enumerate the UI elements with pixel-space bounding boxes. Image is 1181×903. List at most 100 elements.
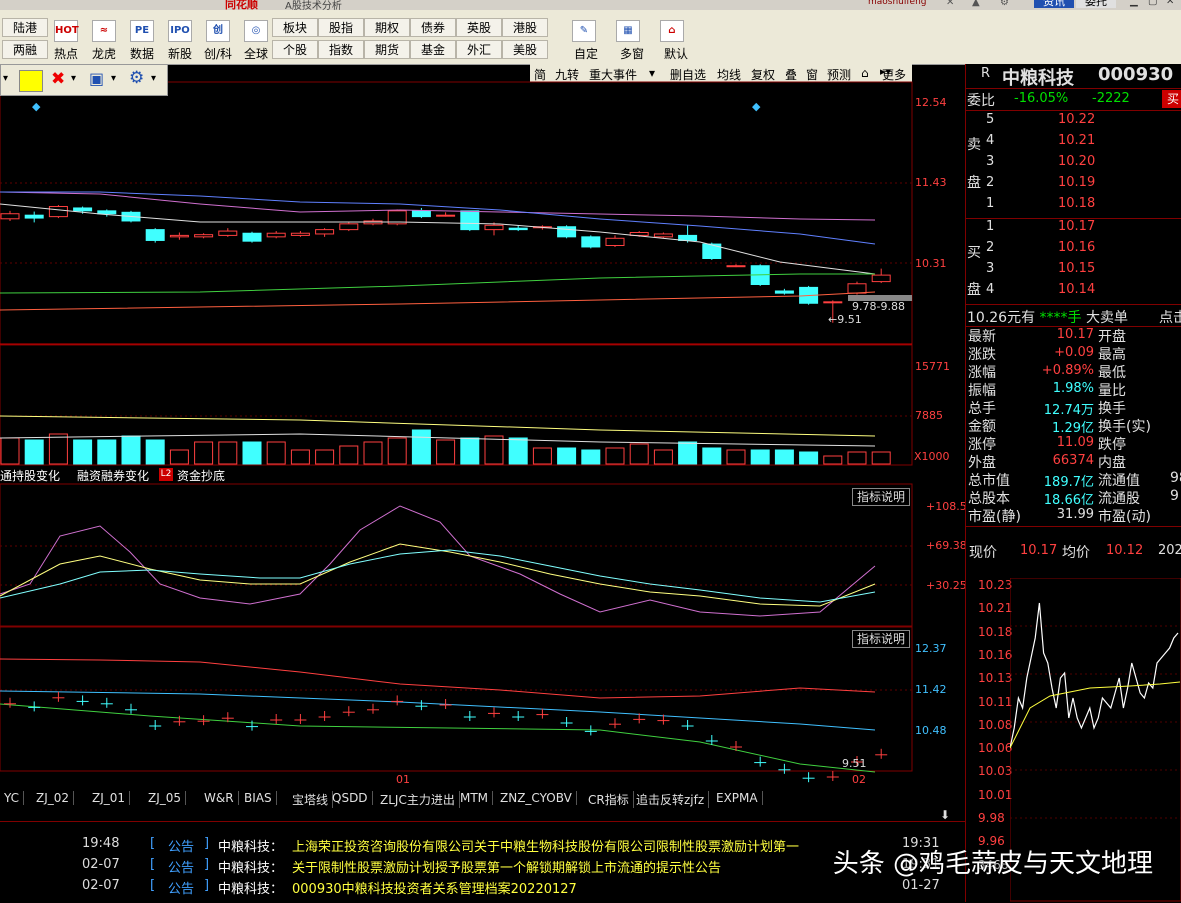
toolbar-lugang-button[interactable]: 陆港 <box>2 18 48 37</box>
market-button-5[interactable]: 港股 <box>502 18 548 37</box>
drawing-dropdown-icon[interactable]: ▾ <box>3 73 8 84</box>
indicator-tab-5[interactable]: BIAS <box>240 791 277 805</box>
minimize-icon[interactable]: ✕ <box>946 0 954 8</box>
indicator-tab-2[interactable]: ZJ_01 <box>88 791 131 805</box>
toolbar-icon-5[interactable]: ◎ <box>244 20 268 42</box>
window-max-icon[interactable]: ▢ <box>1148 0 1157 7</box>
toolbar-icon-label-5[interactable]: 全球 <box>236 45 276 62</box>
kline-chart-area[interactable]: 简九转 重大事件 ▾ 删自选 均线 复权叠窗预测 ⌂ 更多 ▸▾ ◆ ◆ 12.54 11.43… <box>0 64 967 822</box>
news-row[interactable]: 02-07 [公告] 中粮科技： 000930中粮科技投资者关系管理档案2022012… <box>0 878 965 899</box>
gear-icon[interactable]: ⚙ <box>129 68 144 88</box>
market-button-b2[interactable]: 期货 <box>364 40 410 59</box>
market-button-b5[interactable]: 美股 <box>502 40 548 59</box>
indicator-tab-bar: YC ZJ_02 ZJ_01 ZJ_05 W&R BIAS 宝塔线 QSDD ZLJC主力进出 M… <box>0 790 965 808</box>
tab-hk-holding[interactable]: 通持股变化 <box>0 467 60 484</box>
indicator-tab-0[interactable]: YC <box>0 791 25 805</box>
toolbar-custom-label[interactable]: 自定 <box>566 45 606 62</box>
news-row[interactable]: 02-07 [公告] 中粮科技： 关于限制性股票激励计划授予股票第一个解锁期解锁上市流… <box>0 857 965 878</box>
event-marker-2[interactable]: ◆ <box>752 100 761 113</box>
sell-level-price[interactable]: 10.21 <box>1058 133 1095 148</box>
toolbar-icon-0[interactable]: HOT <box>54 20 79 42</box>
indicator-help-button-2[interactable]: 指标说明 <box>852 630 910 648</box>
indicator-tab-1[interactable]: ZJ_02 <box>32 791 75 805</box>
multi-window-icon[interactable]: ▦ <box>616 20 640 42</box>
indicator-tab-9[interactable]: MTM <box>456 791 494 805</box>
tool-dropdown-icon[interactable]: ▾ <box>111 73 116 84</box>
sell-level-price[interactable]: 10.19 <box>1058 175 1095 190</box>
buy-level-price[interactable]: 10.14 <box>1058 282 1095 297</box>
indicator-tab-8[interactable]: ZLJC主力进出 <box>376 791 460 808</box>
window-close-icon[interactable]: ✕ <box>1166 0 1174 7</box>
alert-icon[interactable]: ▲ <box>972 0 980 8</box>
sell-level-price[interactable]: 10.20 <box>1058 154 1095 169</box>
toolbar-icon-2[interactable]: PE <box>130 20 154 42</box>
news-row[interactable]: 19:48 [公告] 中粮科技： 上海荣正投资咨询股份有限公司关于中粮生物科技股份有限… <box>0 836 965 857</box>
market-button-3[interactable]: 债券 <box>410 18 456 37</box>
tab-margin-change[interactable]: 融资融券变化 <box>77 467 149 484</box>
gear-dropdown-icon[interactable]: ▾ <box>151 73 156 84</box>
now-price: 10.17 <box>1020 543 1058 558</box>
zixun-button[interactable]: 资讯 <box>1034 0 1074 8</box>
indicator-tab-4[interactable]: W&R <box>200 791 239 805</box>
toolbar-icon-label-2[interactable]: 数据 <box>122 45 162 62</box>
sell-level-price[interactable]: 10.22 <box>1058 112 1095 127</box>
event-marker-1[interactable]: ◆ <box>32 100 41 113</box>
indicator-tab-3[interactable]: ZJ_05 <box>144 791 187 805</box>
toolbar-liangrong-button[interactable]: 两融 <box>2 40 48 59</box>
market-button-1[interactable]: 股指 <box>318 18 364 37</box>
toolbar-icon-label-4[interactable]: 创/科 <box>198 45 238 62</box>
home-icon[interactable]: ⌂ <box>660 20 684 42</box>
news-tag[interactable]: 公告 <box>168 878 194 897</box>
market-button-b3[interactable]: 基金 <box>410 40 456 59</box>
news-tag[interactable]: 公告 <box>168 857 194 876</box>
toolbar-icon-4[interactable]: 创 <box>206 20 230 42</box>
buy-level-price[interactable]: 10.16 <box>1058 240 1095 255</box>
volume-bar <box>194 441 214 465</box>
market-button-b0[interactable]: 个股 <box>272 40 318 59</box>
toolbar-icon-label-1[interactable]: 龙虎 <box>84 45 124 62</box>
indicator-help-button-1[interactable]: 指标说明 <box>852 488 910 506</box>
news-headline[interactable]: 关于限制性股票激励计划授予股票第一个解锁期解锁上市流通的提示性公告 <box>292 857 882 876</box>
toolbar-default-label[interactable]: 默认 <box>656 45 696 62</box>
toolbar-icon-label-0[interactable]: 热点 <box>46 45 86 62</box>
settings-icon[interactable]: ⚙ <box>1000 0 1009 8</box>
indicator-tab-11[interactable]: CR指标 <box>584 791 634 808</box>
indicator-tab-10[interactable]: ZNZ_CYOBV <box>496 791 577 805</box>
market-button-b1[interactable]: 指数 <box>318 40 364 59</box>
sell-level-price[interactable]: 10.18 <box>1058 196 1095 211</box>
quote-key: 总股本 <box>968 491 1010 507</box>
volume-bar <box>24 439 44 465</box>
toolbar-icon-3[interactable]: IPO <box>168 20 192 42</box>
toolbar-icon-1[interactable]: ≈ <box>92 20 116 42</box>
tab-bottom-fishing[interactable]: 资金抄底 <box>177 467 225 484</box>
news-headline[interactable]: 000930中粮科技投资者关系管理档案20220127 <box>292 878 882 897</box>
delete-drawing-icon[interactable]: ✖ <box>51 69 65 89</box>
custom-layout-icon[interactable]: ✎ <box>572 20 596 42</box>
drawing-tool-icon[interactable]: ▣ <box>89 69 104 88</box>
news-headline[interactable]: 上海荣正投资咨询股份有限公司关于中粮生物科技股份有限公司限制性股票激励计划第一 <box>292 836 882 855</box>
market-button-0[interactable]: 板块 <box>272 18 318 37</box>
color-swatch[interactable] <box>19 70 43 92</box>
toolbar-multiwindow-label[interactable]: 多窗 <box>612 45 652 62</box>
market-button-2[interactable]: 期权 <box>364 18 410 37</box>
window-min-icon[interactable]: ▁ <box>1130 0 1138 7</box>
weituo-button[interactable]: 委托 <box>1076 0 1116 8</box>
indicator-tab-13[interactable]: EXPMA <box>712 791 763 805</box>
quote-panel: R 中粮科技 000930 委比 -16.05% -2222 买 卖盘 5 10.2… <box>965 64 1181 902</box>
toolbar-icon-label-3[interactable]: 新股 <box>160 45 200 62</box>
quote-key: 涨幅 <box>968 365 996 381</box>
volume-bar <box>871 451 891 465</box>
market-button-4[interactable]: 英股 <box>456 18 502 37</box>
market-button-b4[interactable]: 外汇 <box>456 40 502 59</box>
big-order-click[interactable]: 点击 <box>1159 307 1181 327</box>
indicator-tab-7[interactable]: QSDD <box>328 791 373 805</box>
indicator-tab-12[interactable]: 追击反转zjfz <box>632 791 710 808</box>
delete-dropdown-icon[interactable]: ▾ <box>71 73 76 84</box>
buy-level-price[interactable]: 10.15 <box>1058 261 1095 276</box>
indicator-tab-6[interactable]: 宝塔线 <box>288 791 334 808</box>
buy-button[interactable]: 买 <box>1162 90 1181 108</box>
news-tag[interactable]: 公告 <box>168 836 194 855</box>
buy-level-price[interactable]: 10.17 <box>1058 219 1095 234</box>
expand-news-icon[interactable]: ⬇ <box>940 808 950 822</box>
chart-canvas[interactable]: ◆ ◆ <box>0 64 965 821</box>
